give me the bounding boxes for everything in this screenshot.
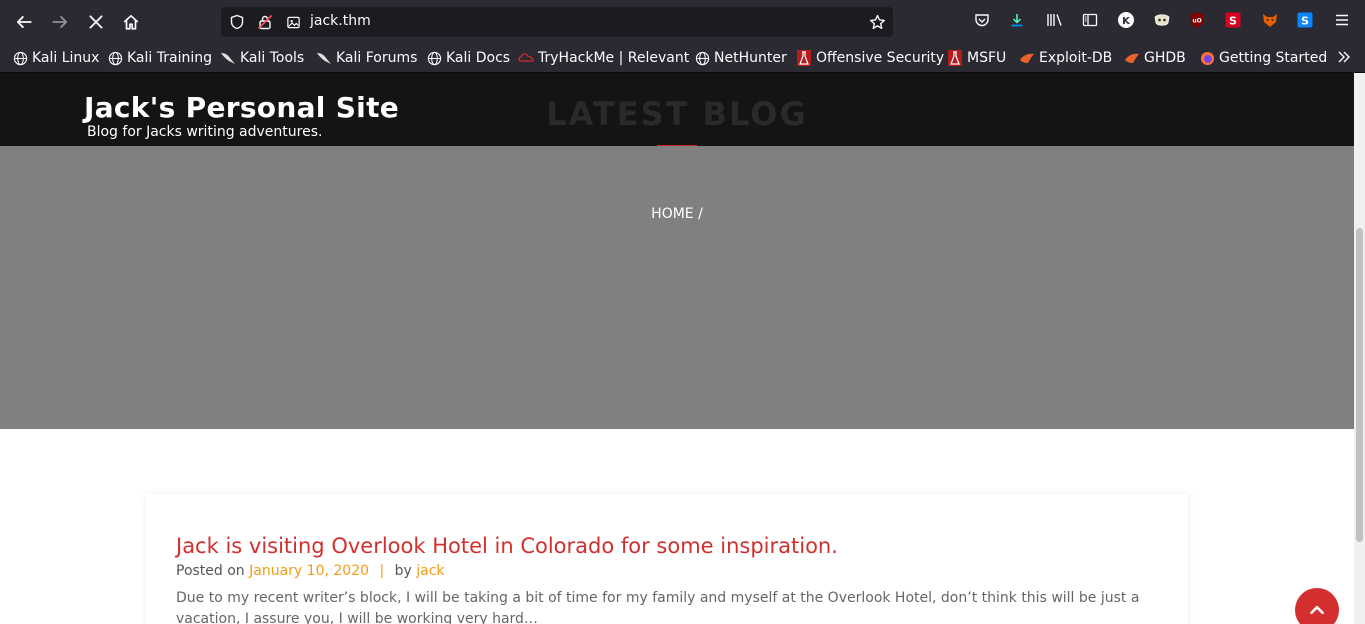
bookmark-tryhackme[interactable]: TryHackMe | Relevant [518, 49, 689, 67]
kali-dragon-icon [316, 50, 332, 66]
bookmark-exploit-db[interactable]: Exploit-DB [1019, 49, 1112, 67]
post-excerpt: Due to my recent writer’s block, I will … [176, 590, 1140, 624]
red-s-extension-icon[interactable]: S [1224, 11, 1242, 29]
bookmark-kali-forums[interactable]: Kali Forums [316, 49, 417, 67]
exploitdb-icon [1124, 50, 1140, 66]
bookmark-label: GHDB [1144, 50, 1186, 66]
k-extension-icon[interactable]: K [1117, 11, 1135, 29]
extension-mask-icon[interactable] [1153, 11, 1171, 29]
globe-icon [107, 50, 123, 66]
page-image-icon [284, 13, 302, 31]
bookmark-label: Kali Linux [32, 50, 100, 66]
globe-icon [12, 50, 28, 66]
url-text[interactable]: jack.thm [310, 13, 371, 29]
post-author-link[interactable]: jack [416, 563, 444, 579]
bookmark-msfu[interactable]: MSFU [947, 49, 1006, 67]
arrow-left-icon [16, 16, 32, 28]
home-button[interactable] [117, 8, 145, 36]
browser-toolbar: jack.thm K uO S S [0, 0, 1365, 44]
page-viewport: LATEST BLOG Jack's Personal Site Blog fo… [0, 73, 1354, 624]
bookmark-label: TryHackMe | Relevant [538, 50, 690, 66]
bookmark-label: Exploit-DB [1039, 50, 1113, 66]
blue-s-extension-icon[interactable]: S [1296, 11, 1314, 29]
bookmark-label: Offensive Security [816, 50, 945, 66]
stop-button[interactable] [82, 8, 110, 36]
insecure-lock-icon[interactable] [256, 13, 274, 31]
back-button[interactable] [10, 8, 38, 36]
offsec-icon [947, 50, 963, 66]
page-scrollbar[interactable] [1354, 73, 1365, 624]
globe-icon [694, 50, 710, 66]
svg-text:S: S [1301, 15, 1309, 28]
hero-banner: HOME / [0, 146, 1354, 429]
kali-dragon-icon [220, 50, 236, 66]
close-icon [89, 15, 103, 29]
bookmarks-toolbar: Kali Linux Kali Training Kali Tools Kali… [0, 44, 1365, 73]
globe-icon [426, 50, 442, 66]
bookmark-getting-started[interactable]: Getting Started [1199, 49, 1327, 67]
offsec-icon [796, 50, 812, 66]
scroll-to-top-button[interactable] [1295, 588, 1339, 624]
bookmark-kali-tools[interactable]: Kali Tools [220, 49, 304, 67]
shield-icon[interactable] [228, 13, 246, 31]
exploitdb-icon [1019, 50, 1035, 66]
bookmark-kali-linux[interactable]: Kali Linux [12, 49, 99, 67]
bookmark-offensive-security[interactable]: Offensive Security [796, 49, 944, 67]
home-icon [123, 14, 139, 30]
bookmark-label: MSFU [967, 50, 1007, 66]
meta-separator: | [379, 563, 385, 579]
site-header: LATEST BLOG Jack's Personal Site Blog fo… [0, 73, 1354, 147]
bookmark-nethunter[interactable]: NetHunter [694, 49, 787, 67]
posted-on-label: Posted on [176, 563, 245, 579]
post-meta: Posted on January 10, 2020 | by jack [176, 563, 445, 579]
ublock-origin-icon[interactable]: uO [1188, 11, 1206, 29]
bookmark-label: Kali Forums [336, 50, 418, 66]
sidebar-icon[interactable] [1081, 11, 1099, 29]
by-label: by [394, 563, 412, 579]
bookmark-label: Getting Started [1219, 50, 1328, 66]
bookmarks-overflow-chevron-icon[interactable] [1336, 49, 1356, 67]
bookmark-kali-docs[interactable]: Kali Docs [426, 49, 510, 67]
bookmark-ghdb[interactable]: GHDB [1124, 49, 1186, 67]
pocket-icon[interactable] [973, 11, 991, 29]
svg-text:K: K [1122, 16, 1131, 27]
site-title[interactable]: Jack's Personal Site [84, 91, 399, 124]
hamburger-menu-icon[interactable] [1333, 11, 1351, 29]
tryhackme-icon [518, 50, 534, 66]
bookmark-label: Kali Tools [240, 50, 305, 66]
post-date-link[interactable]: January 10, 2020 [249, 563, 369, 579]
bookmark-label: NetHunter [714, 50, 787, 66]
bookmark-kali-training[interactable]: Kali Training [107, 49, 212, 67]
url-bar[interactable]: jack.thm [221, 7, 893, 37]
site-tagline: Blog for Jacks writing adventures. [87, 124, 323, 140]
foxyproxy-icon[interactable] [1261, 11, 1279, 29]
blog-post-card: Jack is visiting Overlook Hotel in Color… [146, 494, 1188, 624]
firefox-icon [1199, 50, 1215, 66]
scrollbar-thumb[interactable] [1356, 228, 1363, 542]
breadcrumb[interactable]: HOME / [0, 206, 1354, 222]
svg-text:uO: uO [1192, 18, 1201, 25]
svg-text:S: S [1229, 15, 1237, 28]
star-bookmark-icon[interactable] [868, 13, 886, 31]
arrow-right-icon [52, 16, 68, 28]
forward-button[interactable] [46, 8, 74, 36]
download-icon[interactable] [1008, 11, 1026, 29]
chevron-up-icon [1310, 605, 1324, 615]
bookmark-label: Kali Docs [446, 50, 511, 66]
library-icon[interactable] [1045, 11, 1063, 29]
bookmark-label: Kali Training [127, 50, 212, 66]
post-title[interactable]: Jack is visiting Overlook Hotel in Color… [176, 534, 838, 558]
